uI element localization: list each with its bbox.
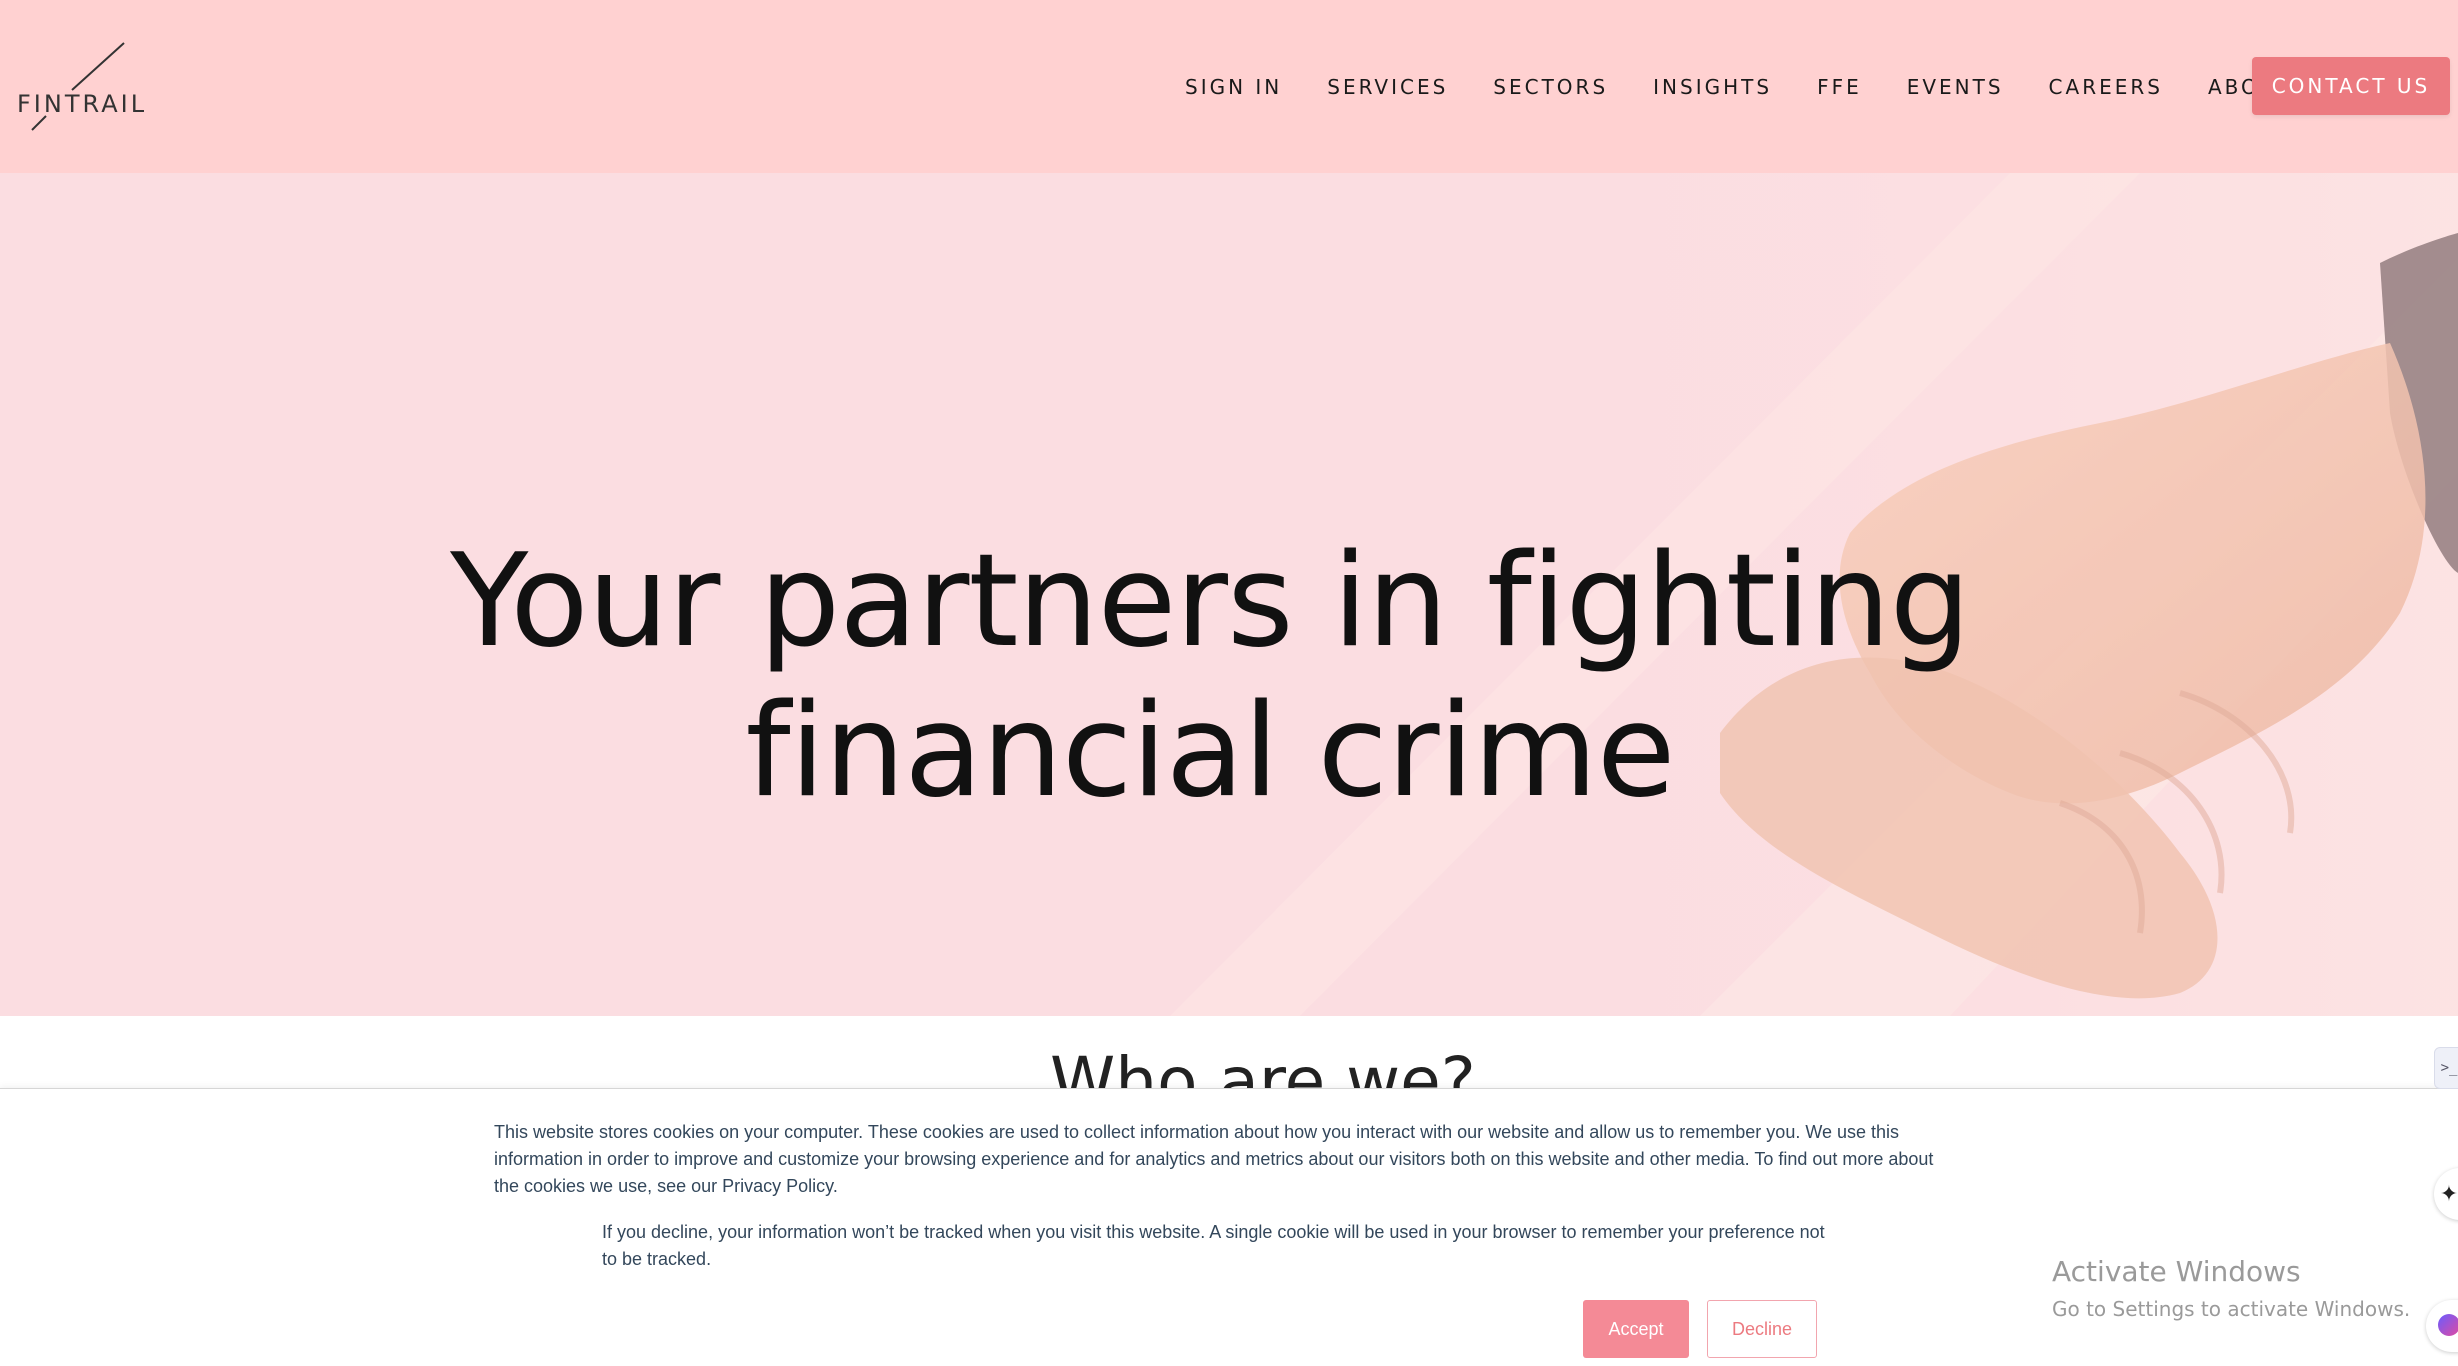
decline-cookies-button[interactable]: Decline [1707,1300,1817,1358]
nav-insights[interactable]: INSIGHTS [1653,75,1772,99]
main-nav: SIGN IN SERVICES SECTORS INSIGHTS FFE EV… [1185,0,2338,173]
logo-slash-icon [31,42,125,131]
activate-windows-subtitle: Go to Settings to activate Windows. [2052,1297,2411,1321]
accept-cookies-button[interactable]: Accept [1583,1300,1689,1358]
chevron-code-icon[interactable]: >_ [2434,1047,2458,1089]
nav-sectors[interactable]: SECTORS [1493,75,1608,99]
fintrail-logo[interactable]: FINTRAIL [14,40,149,135]
hero-title-line-1: Your partners in fighting [450,526,1971,676]
cookie-banner: This website stores cookies on your comp… [0,1088,2458,1366]
hero-title: Your partners in fighting financial crim… [0,527,2420,827]
cookie-decline-text: If you decline, your information won’t b… [602,1222,1825,1269]
contact-us-button[interactable]: CONTACT US [2252,57,2450,115]
logo-text: FINTRAIL [17,90,148,118]
nav-events[interactable]: EVENTS [1907,75,2004,99]
hero-section: Your partners in fighting financial crim… [0,173,2458,1016]
nav-careers[interactable]: CAREERS [2049,75,2163,99]
nav-sign-in[interactable]: SIGN IN [1185,75,1282,99]
activate-windows-title: Activate Windows [2052,1255,2301,1288]
nav-services[interactable]: SERVICES [1327,75,1448,99]
cookie-notice-text: This website stores cookies on your comp… [494,1122,1934,1196]
site-header: FINTRAIL SIGN IN SERVICES SECTORS INSIGH… [0,0,2458,173]
nav-ffe[interactable]: FFE [1817,75,1862,99]
hero-title-line-2: financial crime [745,676,1676,826]
